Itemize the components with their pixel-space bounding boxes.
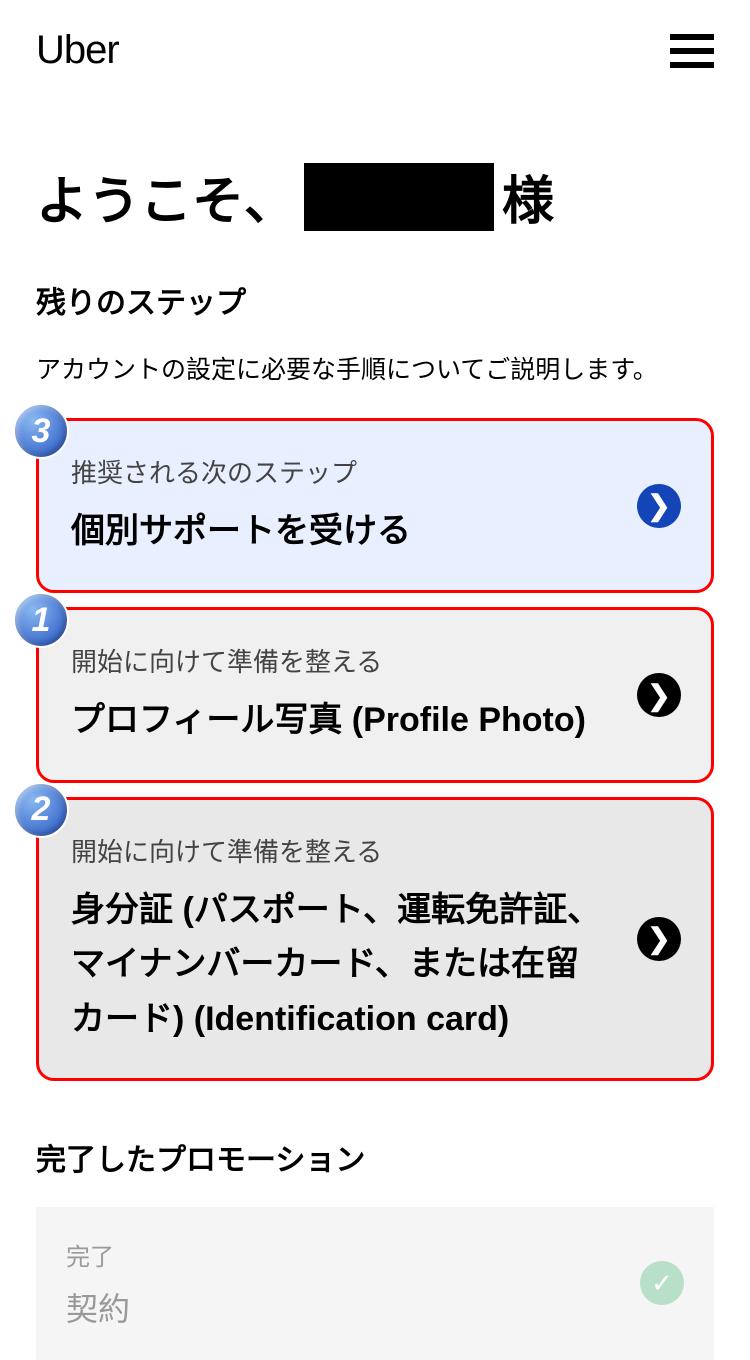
completed-section-title: 完了したプロモーション (36, 1135, 714, 1179)
step-label: 開始に向けて準備を整える (71, 642, 611, 679)
step-badge: 3 (13, 403, 69, 459)
logo: Uber (36, 28, 119, 73)
completed-label: 完了 (66, 1237, 684, 1272)
welcome-suffix: 様 (502, 159, 554, 234)
step-title: プロフィール写真 (Profile Photo) (71, 693, 611, 747)
step-title: 身分証 (パスポート、運転免許証、マイナンバーカード、または在留カード) (Id… (71, 883, 611, 1046)
step-badge: 1 (13, 592, 69, 648)
step-label: 推奨される次のステップ (71, 453, 611, 490)
check-icon: ✓ (640, 1261, 684, 1305)
main-content: ようこそ、 様 残りのステップ アカウントの設定に必要な手順についてご説明します… (0, 159, 750, 1360)
step-title: 個別サポートを受ける (71, 504, 611, 558)
completed-title: 契約 (66, 1284, 684, 1330)
step-badge: 2 (13, 782, 69, 838)
remaining-steps-description: アカウントの設定に必要な手順についてご説明します。 (36, 350, 714, 386)
remaining-steps-title: 残りのステップ (36, 278, 714, 322)
completed-card-contract[interactable]: 完了 契約 ✓ (36, 1207, 714, 1360)
redacted-username (304, 163, 494, 231)
step-card-profile-photo[interactable]: 1 開始に向けて準備を整える プロフィール写真 (Profile Photo) … (36, 607, 714, 782)
steps-list: 3 推奨される次のステップ 個別サポートを受ける ❯ 1 開始に向けて準備を整え… (36, 418, 714, 1081)
welcome-heading: ようこそ、 様 (36, 159, 714, 234)
hamburger-menu-icon[interactable] (670, 34, 714, 68)
header: Uber (0, 0, 750, 101)
step-label: 開始に向けて準備を整える (71, 832, 611, 869)
welcome-prefix: ようこそ、 (36, 159, 296, 234)
step-card-identification[interactable]: 2 開始に向けて準備を整える 身分証 (パスポート、運転免許証、マイナンバーカー… (36, 797, 714, 1081)
chevron-right-icon: ❯ (637, 484, 681, 528)
step-card-support[interactable]: 3 推奨される次のステップ 個別サポートを受ける ❯ (36, 418, 714, 593)
chevron-right-icon: ❯ (637, 673, 681, 717)
chevron-right-icon: ❯ (637, 917, 681, 961)
